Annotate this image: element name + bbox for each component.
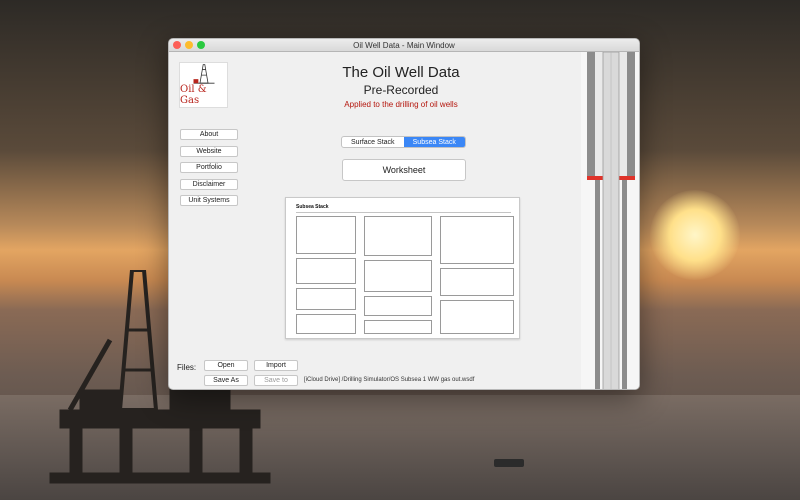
sheet-section [364, 216, 432, 256]
sheet-section [364, 296, 432, 316]
minimize-window-button[interactable] [185, 41, 193, 49]
website-button[interactable]: Website [180, 146, 238, 157]
sheet-section [364, 320, 432, 334]
save-to-button[interactable]: Save to [254, 375, 298, 386]
sheet-section [296, 258, 356, 284]
subsea-stack-tab[interactable]: Subsea Stack [403, 137, 465, 147]
import-button[interactable]: Import [254, 360, 298, 371]
disclaimer-button[interactable]: Disclaimer [180, 179, 238, 190]
worksheet-preview-title: Subsea Stack [296, 204, 329, 210]
worksheet-preview[interactable]: Subsea Stack [285, 197, 520, 339]
close-window-button[interactable] [173, 41, 181, 49]
app-title: The Oil Well Data [342, 64, 460, 81]
save-as-button[interactable]: Save As [204, 375, 248, 386]
app-tagline: Applied to the drilling of oil wells [344, 100, 458, 109]
sheet-section [440, 300, 514, 334]
sheet-section [440, 216, 514, 264]
unit-systems-button[interactable]: Unit Systems [180, 195, 238, 206]
window-title: Oil Well Data - Main Window [353, 41, 455, 50]
zoom-window-button[interactable] [197, 41, 205, 49]
file-path: [iCloud Drive] /Drilling Simulator/OS Su… [304, 377, 475, 383]
main-window: Oil Well Data - Main Window Oil & Gas Ab… [168, 38, 640, 390]
sun [650, 190, 740, 280]
sheet-section [364, 260, 432, 292]
wellbore-diagram [581, 52, 639, 389]
open-button[interactable]: Open [204, 360, 248, 371]
logo-text: Oil & Gas [180, 84, 207, 106]
portfolio-button[interactable]: Portfolio [180, 162, 238, 173]
stack-segmented-control: Surface Stack Subsea Stack [341, 136, 466, 148]
worksheet-button[interactable]: Worksheet [342, 159, 466, 181]
sheet-section [296, 216, 356, 254]
sheet-section [296, 314, 356, 334]
app-logo: Oil & Gas [179, 62, 228, 108]
about-button[interactable]: About [180, 129, 238, 140]
sheet-section [296, 288, 356, 310]
sheet-section [440, 268, 514, 296]
files-label: Files: [177, 363, 197, 372]
surface-stack-tab[interactable]: Surface Stack [342, 137, 404, 147]
boat-silhouette [494, 459, 524, 467]
derrick-icon [193, 64, 214, 84]
titlebar: Oil Well Data - Main Window [169, 39, 639, 52]
app-subtitle: Pre-Recorded [363, 83, 439, 97]
sheet-divider [296, 212, 511, 213]
